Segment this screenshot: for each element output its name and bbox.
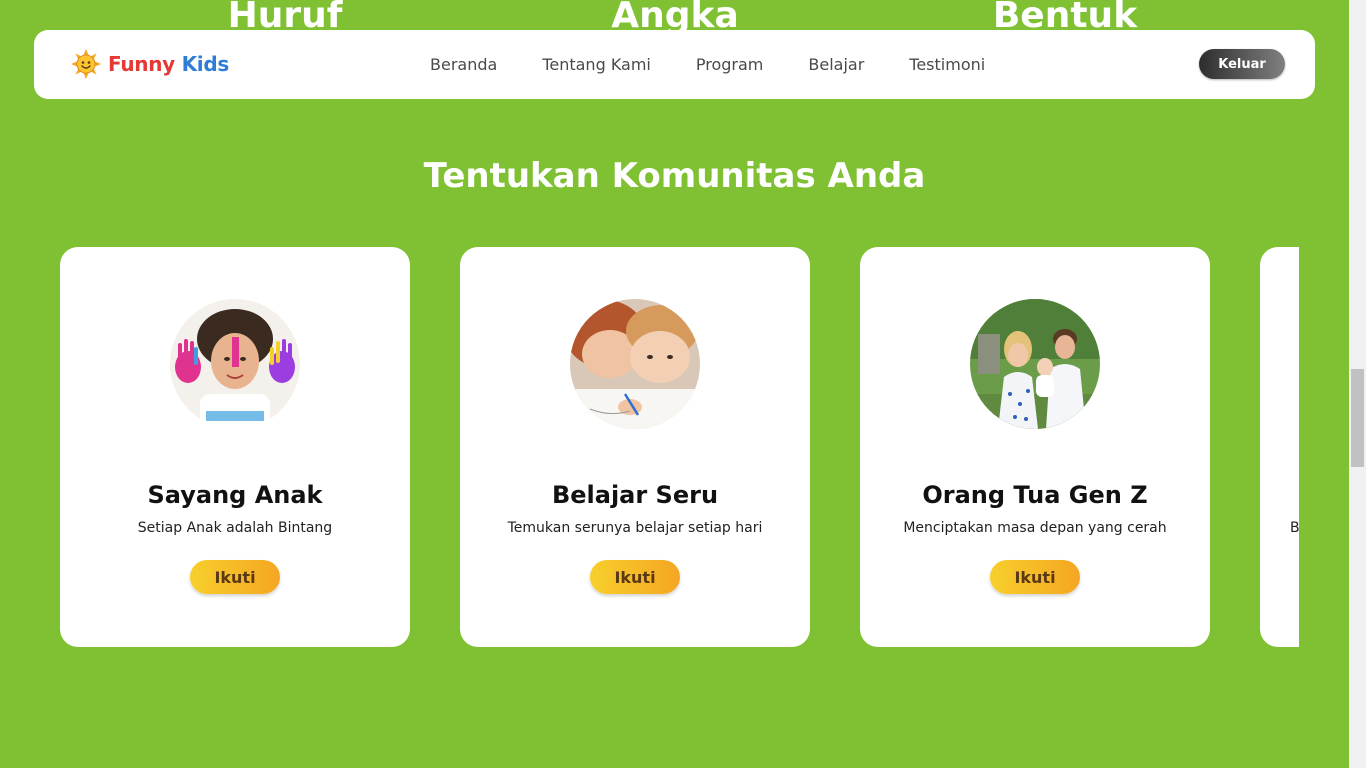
logo-word-funny: Funny [108, 52, 175, 76]
community-card-orang-tua-gen-z: Orang Tua Gen Z Menciptakan masa depan y… [860, 247, 1210, 647]
vertical-scrollbar[interactable] [1349, 0, 1366, 768]
card-title: Sayang Anak [147, 481, 323, 509]
card-title: Orang Tua Gen Z [922, 481, 1148, 509]
child-painted-hands-photo [170, 299, 300, 429]
community-card-belajar-seru: Belajar Seru Temukan serunya belajar set… [460, 247, 810, 647]
join-button-orang-tua-gen-z[interactable]: Ikuti [990, 560, 1080, 594]
card-title: Belajar Seru [551, 481, 719, 509]
join-button-sayang-anak[interactable]: Ikuti [190, 560, 280, 594]
card-description: Setiap Anak adalah Bintang [137, 520, 333, 536]
logo-word-kids: Kids [181, 52, 230, 76]
scrollbar-thumb[interactable] [1351, 369, 1364, 467]
card-description: Temukan serunya belajar setiap hari [507, 520, 763, 536]
community-card-partial: B [1260, 247, 1299, 647]
sun-icon [71, 49, 101, 79]
page: Huruf Angka Bentuk Funny Kids Beranda Te… [0, 0, 1349, 768]
nav-beranda[interactable]: Beranda [430, 55, 497, 74]
join-button-belajar-seru[interactable]: Ikuti [590, 560, 680, 594]
nav-testimoni[interactable]: Testimoni [909, 55, 985, 74]
logo[interactable]: Funny Kids [70, 48, 229, 80]
logout-button[interactable]: Keluar [1199, 49, 1285, 79]
nav-program[interactable]: Program [696, 55, 764, 74]
card-description: Menciptakan masa depan yang cerah [903, 520, 1167, 536]
community-carousel[interactable]: Sayang Anak Setiap Anak adalah Bintang I… [60, 247, 1299, 647]
card-description: B [1290, 520, 1299, 536]
nav-belajar[interactable]: Belajar [808, 55, 864, 74]
community-section-title: Tentukan Komunitas Anda [423, 156, 926, 196]
main-nav: Beranda Tentang Kami Program Belajar Tes… [430, 30, 985, 99]
community-card-sayang-anak: Sayang Anak Setiap Anak adalah Bintang I… [60, 247, 410, 647]
navbar: Funny Kids Beranda Tentang Kami Program … [34, 30, 1315, 99]
children-drawing-photo [570, 299, 700, 429]
family-outdoor-photo [970, 299, 1100, 429]
nav-tentang-kami[interactable]: Tentang Kami [542, 55, 651, 74]
logo-text: Funny Kids [108, 52, 229, 76]
